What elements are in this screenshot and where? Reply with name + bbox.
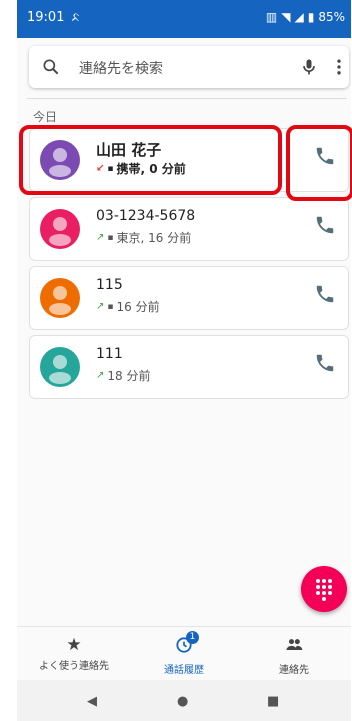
tab-label: よく使う連絡先 [39,661,109,672]
divider [27,98,347,99]
call-detail-text: 東京, 16 分前 [116,231,192,245]
wifi-icon: ◥ [281,10,291,24]
star-icon: ★ [66,635,82,655]
bottom-navigation: ★ よく使う連絡先 1 通話履歴 連絡先 [17,626,351,679]
caller-number: 111 [96,346,123,362]
phone-icon[interactable] [314,352,336,374]
call-detail-text: 16 分前 [116,300,160,314]
dialpad-button[interactable] [301,566,347,612]
sim-icon: ▪ [107,232,114,243]
battery-level: 85% [318,10,345,24]
section-header-today: 今日 [33,110,58,124]
caller-number: 115 [96,277,123,293]
dialpad-icon [316,579,332,601]
phone-screen: 19:01 ᨅ ▥ ◥ ◢ ▮ 85% 連絡先を検索 今日 山田 花子 ↙ ▪ … [17,0,351,721]
caller-number: 03-1234-5678 [96,208,196,224]
phone-icon[interactable] [314,283,336,305]
sim-icon: ▪ [107,301,114,312]
tab-call-history[interactable]: 1 通話履歴 [129,631,239,676]
status-indicators: ▥ ◥ ◢ ▮ 85% [266,10,345,24]
search-icon[interactable] [41,57,61,77]
avatar [40,209,80,249]
highlight-box-caller [19,125,282,195]
more-vert-icon[interactable] [329,57,349,77]
search-input[interactable]: 連絡先を検索 [79,58,163,78]
outgoing-call-icon: ↗ [96,301,105,312]
call-log-item[interactable]: 115 ↗ ▪ 16 分前 [29,266,349,330]
call-detail-text: 18 分前 [107,369,151,383]
status-bar: 19:01 ᨅ ▥ ◥ ◢ ▮ 85% [17,0,351,38]
search-bar[interactable]: 連絡先を検索 [29,46,349,88]
recents-icon[interactable]: ■ [267,694,279,709]
tab-label: 通話履歴 [164,665,204,676]
outgoing-call-icon: ↗ [96,232,105,243]
phone-icon[interactable] [314,214,336,236]
home-icon[interactable]: ● [177,694,188,709]
avatar [40,347,80,387]
history-icon: 1 [174,631,199,659]
call-details: ↗ 18 分前 [96,367,150,384]
call-details: ↗ ▪ 16 分前 [96,298,160,315]
battery-icon: ▮ [307,10,315,24]
tab-label: 連絡先 [279,665,309,676]
outgoing-call-icon: ↗ [96,370,105,381]
people-icon [286,639,303,650]
tab-favorites[interactable]: ★ よく使う連絡先 [19,635,129,672]
mic-icon[interactable] [299,57,319,77]
avatar [40,278,80,318]
back-icon[interactable]: ◀ [87,694,97,709]
call-details: ↗ ▪ 東京, 16 分前 [96,229,191,246]
notification-icon: ᨅ [71,10,81,25]
system-navigation-bar: ◀ ● ■ [17,680,351,721]
highlight-box-call-button [286,125,352,201]
call-log-item[interactable]: 03-1234-5678 ↗ ▪ 東京, 16 分前 [29,197,349,261]
tab-contacts[interactable]: 連絡先 [239,635,349,676]
signal-icon: ◢ [294,10,304,24]
vibrate-icon: ▥ [265,10,278,24]
notification-badge: 1 [186,631,199,644]
status-time: 19:01 [27,10,65,25]
call-log-item[interactable]: 111 ↗ 18 分前 [29,335,349,399]
